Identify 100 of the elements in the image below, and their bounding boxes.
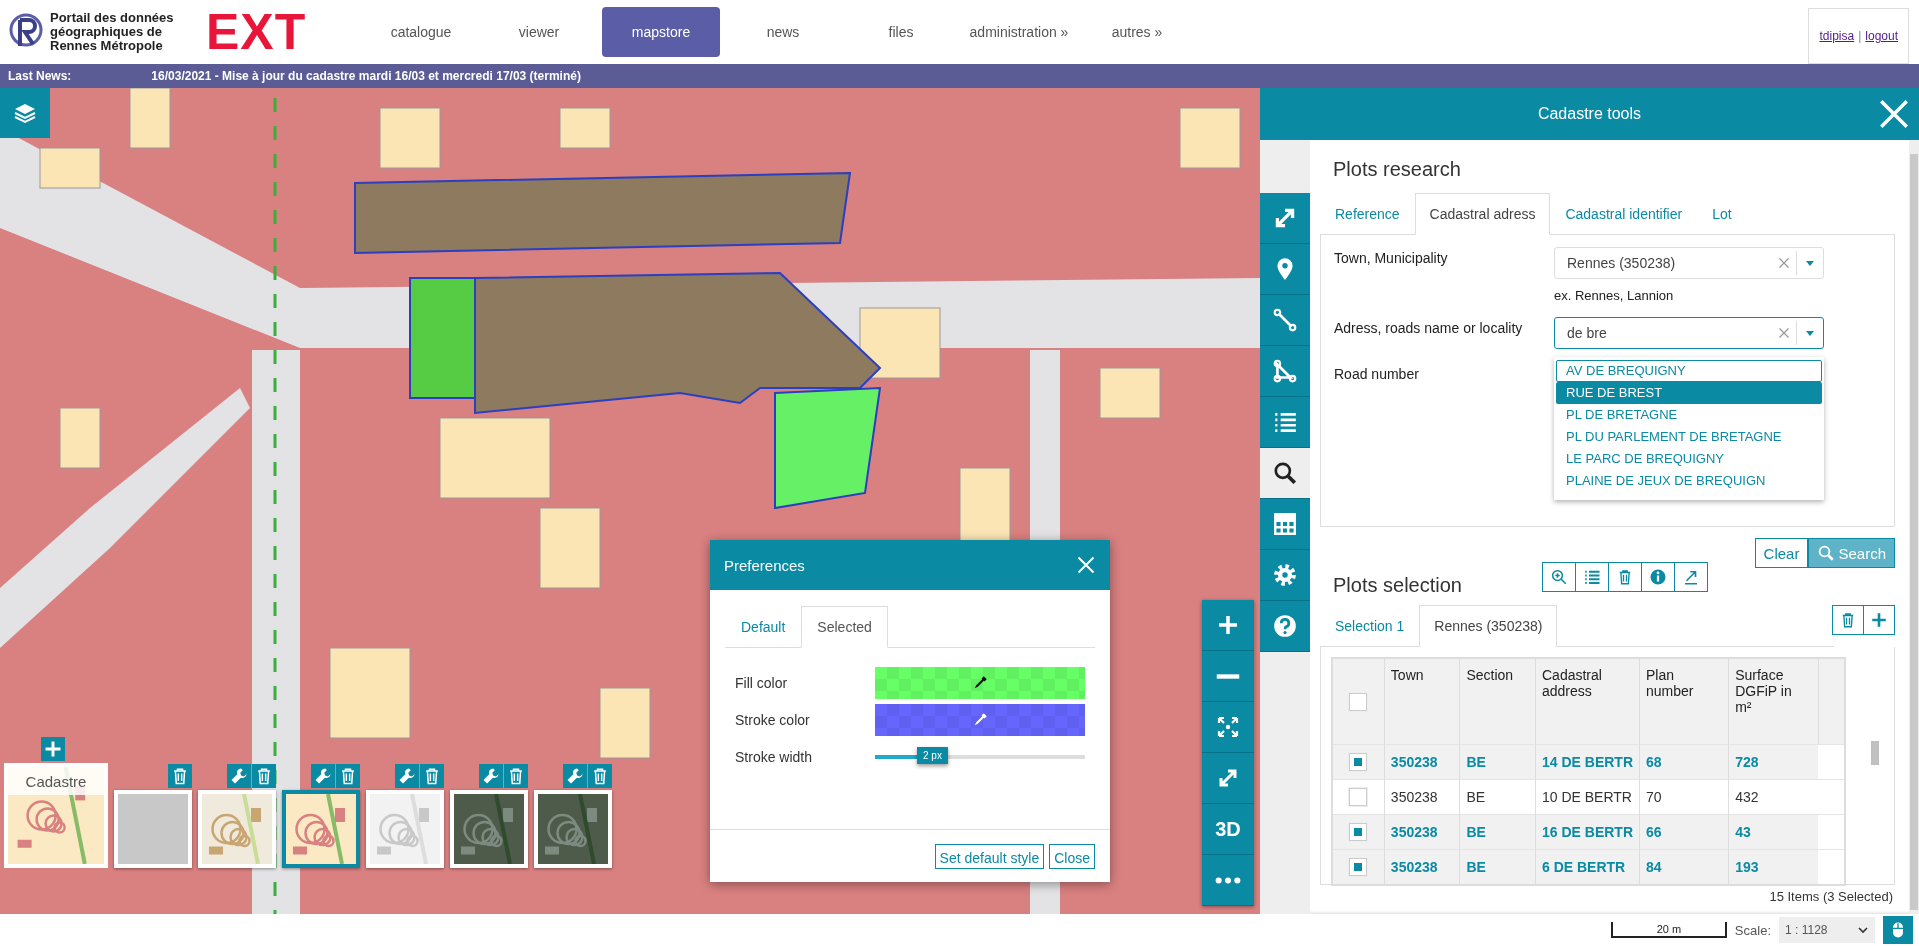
wrench-icon[interactable] [395, 764, 419, 788]
nav-tab[interactable]: autres » [1078, 7, 1196, 57]
nav-tab[interactable]: catalogue [362, 7, 480, 57]
search-button[interactable]: Search [1808, 538, 1895, 568]
checkbox[interactable] [1349, 823, 1368, 841]
link-separator: | [1858, 29, 1862, 43]
column-header: Plan number [1639, 658, 1729, 745]
checkbox[interactable] [1349, 692, 1368, 711]
field-label: Stroke color [735, 712, 811, 728]
suggestion-item[interactable]: PL DE BRETAGNE [1556, 404, 1822, 426]
table-cell: 84 [1639, 849, 1729, 885]
suggestion-item[interactable]: RUE DE BREST [1556, 382, 1822, 404]
land-parcel[interactable] [474, 272, 882, 415]
list-button[interactable] [1574, 561, 1609, 592]
select-field[interactable]: de bre [1554, 317, 1824, 349]
building [379, 107, 441, 169]
table-cell: 350238 [1384, 849, 1460, 885]
field-label: Stroke width [735, 749, 814, 765]
table-cell: 350238 [1384, 744, 1460, 780]
trash-icon[interactable] [420, 764, 444, 788]
map-thumbnail-drawing [286, 794, 356, 864]
delete-selection-button[interactable] [1832, 605, 1864, 635]
wrench-icon[interactable] [227, 764, 251, 788]
tab[interactable]: Rennes (350238) [1419, 605, 1558, 647]
scale-select[interactable]: 1 : 1128 [1779, 917, 1875, 943]
wrench-icon[interactable] [479, 764, 503, 788]
building [599, 687, 651, 759]
nav-tab[interactable]: viewer [480, 7, 598, 57]
tab[interactable]: Cadastral identifier [1550, 193, 1698, 235]
dialog-button[interactable]: Set default style [934, 843, 1045, 869]
line-tool-button[interactable] [1260, 295, 1310, 346]
suggestion-item[interactable]: PL DU PARLEMENT DE BRETAGNE [1556, 426, 1822, 448]
wrench-icon[interactable] [311, 764, 335, 788]
checkbox[interactable] [1349, 753, 1368, 771]
pin-tool-button[interactable] [1260, 244, 1310, 295]
suggestion-item[interactable]: AV DE BREQUIGNY [1556, 360, 1822, 382]
tab[interactable]: Reference [1320, 193, 1415, 235]
list-tool-button[interactable] [1260, 397, 1310, 448]
color-swatch[interactable] [875, 667, 1085, 699]
clear-button[interactable]: Clear [1754, 538, 1809, 568]
export-button[interactable] [1673, 561, 1708, 592]
tab[interactable]: Cadastral adress [1414, 193, 1551, 235]
trash-icon[interactable] [336, 764, 360, 788]
building [1099, 367, 1161, 419]
expand-tool-button[interactable] [1260, 193, 1310, 244]
mouse-position-button[interactable] [1883, 916, 1913, 944]
table-cell: 66 [1639, 814, 1729, 850]
3d-toggle-button[interactable]: 3D [1202, 804, 1254, 855]
nav-tab[interactable]: mapstore [602, 7, 720, 57]
basemap-thumbnail[interactable]: Cadastre [4, 763, 108, 868]
nav-tab[interactable]: administration » [960, 7, 1078, 57]
polygon-tool-button[interactable] [1260, 346, 1310, 397]
trash-icon[interactable] [588, 764, 612, 788]
settings-icon [1272, 562, 1298, 588]
zoom-to-button[interactable] [1541, 561, 1576, 592]
suggestion-item[interactable]: LE PARC DE BREQUIGNY [1556, 448, 1822, 470]
tab[interactable]: Selected [801, 606, 888, 648]
info-button[interactable] [1640, 561, 1675, 592]
help-tool-button[interactable] [1260, 601, 1310, 652]
blank-thumbnail [118, 794, 188, 864]
caret-icon [1857, 924, 1869, 936]
tab[interactable]: Lot [1697, 193, 1747, 235]
column-header: Surface DGFiP in m² [1728, 658, 1819, 745]
land-parcel[interactable] [774, 386, 882, 510]
wrench-icon[interactable] [563, 764, 587, 788]
land-parcel[interactable] [409, 277, 476, 399]
user-link[interactable]: logout [1865, 29, 1898, 43]
table-icon [1272, 511, 1298, 537]
close-icon [1076, 555, 1096, 575]
slider-thumb[interactable]: 2 px [917, 747, 948, 764]
table-cell: BE [1459, 814, 1536, 850]
trash-icon[interactable] [504, 764, 528, 788]
user-link[interactable]: tdipisa [1819, 29, 1855, 43]
delete-button[interactable] [1607, 561, 1642, 592]
column-header: Section [1459, 658, 1536, 745]
nav-tab[interactable]: news [724, 7, 842, 57]
table-tool-button[interactable] [1260, 499, 1310, 550]
suggestion-item[interactable]: PLAINE DE JEUX DE BREQUIGN [1556, 470, 1822, 492]
basemap-thumbnail[interactable] [282, 790, 360, 868]
tab[interactable]: Default [725, 606, 802, 648]
nav-tab[interactable]: files [842, 7, 960, 57]
dialog-button[interactable]: Close [1049, 843, 1095, 869]
trash-icon[interactable] [168, 764, 192, 788]
layers-button[interactable] [0, 88, 50, 138]
field-label: Road number [1334, 365, 1420, 382]
close-button[interactable] [1076, 555, 1096, 575]
color-swatch[interactable] [875, 704, 1085, 736]
add-selection-button[interactable] [1863, 605, 1895, 635]
clear-icon [1778, 257, 1790, 269]
select-field[interactable]: Rennes (350238) [1554, 247, 1824, 279]
scale-bar: 20 m [1610, 922, 1727, 938]
add-layer-button[interactable] [41, 737, 65, 761]
land-parcel[interactable] [354, 171, 852, 255]
tab[interactable]: Selection 1 [1320, 605, 1420, 647]
map-thumbnail-drawing [370, 794, 440, 864]
trash-icon[interactable] [252, 764, 276, 788]
settings-tool-button[interactable] [1260, 550, 1310, 601]
close-button[interactable] [1877, 97, 1911, 131]
checkbox[interactable] [1349, 788, 1368, 806]
checkbox[interactable] [1349, 858, 1368, 876]
